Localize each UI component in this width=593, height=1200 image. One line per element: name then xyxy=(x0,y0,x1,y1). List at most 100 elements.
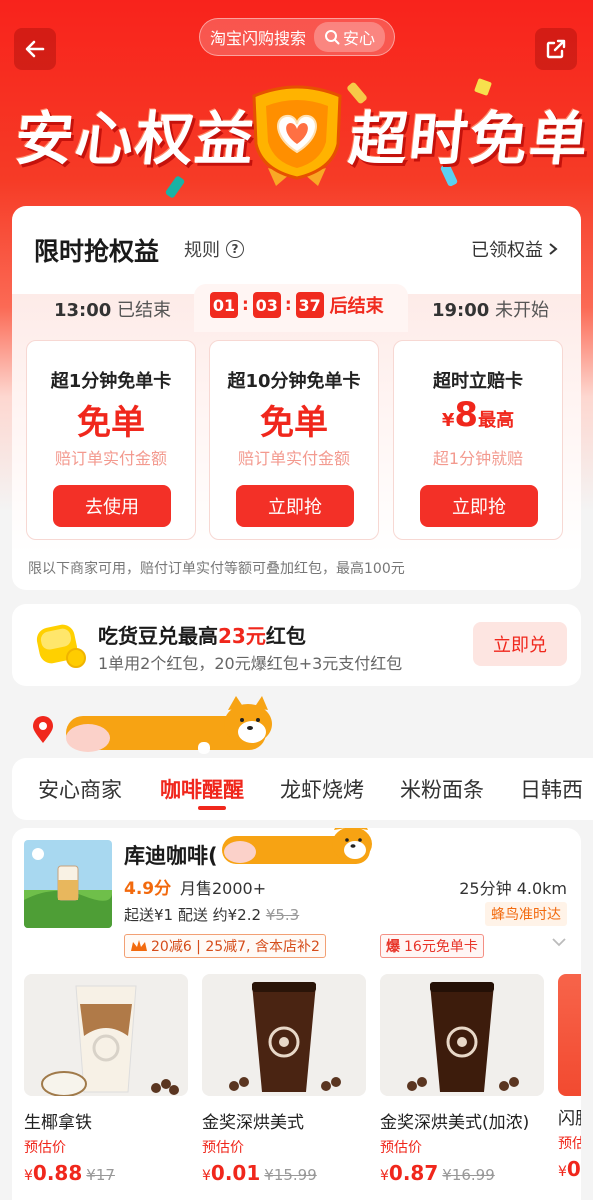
slot-time: 13:00 xyxy=(54,300,112,321)
benefit-desc: 超1分钟就赔 xyxy=(432,449,524,468)
benefit-name: 超10分钟免单卡 xyxy=(227,371,361,392)
tab-active-indicator xyxy=(198,806,226,810)
currency-symbol: ¥ xyxy=(441,410,455,431)
grab-button[interactable]: 立即抢 xyxy=(236,485,354,527)
category-tabs: 安心商家 咖啡醒醒 龙虾烧烤 米粉面条 日韩西 xyxy=(12,758,593,820)
tab-category[interactable]: 米粉面条 xyxy=(400,774,484,804)
product-price-label: 预估价 xyxy=(24,1140,66,1156)
time-slot-past[interactable]: 13:00 已结束 xyxy=(54,296,171,322)
product-price-label: 预估价 xyxy=(380,1140,422,1156)
rights-card-title: 限时抢权益 xyxy=(34,237,160,266)
product-price: ¥0.01 ¥15.99 xyxy=(202,1161,366,1185)
product-price: ¥0.87 ¥16.99 xyxy=(380,1161,544,1185)
product-card[interactable]: 闪肪 预估 ¥0 xyxy=(558,974,581,1181)
product-name: 金奖深烘美式 xyxy=(202,1113,304,1133)
back-button[interactable] xyxy=(14,28,56,70)
benefit-unit: 最高 xyxy=(478,410,515,431)
tab-category[interactable]: 日韩西 xyxy=(520,774,583,804)
price-original: ¥16.99 xyxy=(442,1166,495,1184)
product-card[interactable]: 生椰拿铁 预估价 ¥0.88 ¥17 xyxy=(24,974,188,1185)
delivery-fee-original: ¥5.3 xyxy=(265,906,300,924)
search-tag[interactable]: 安心 xyxy=(314,22,386,52)
grab-button[interactable]: 立即抢 xyxy=(420,485,538,527)
rules-label: 规则 xyxy=(184,240,220,261)
delivery-tag: 蜂鸟准时达 xyxy=(485,902,567,926)
share-button[interactable] xyxy=(535,28,577,70)
store-name[interactable]: 库迪咖啡( xyxy=(124,840,218,870)
delivery-fee: 配送 约¥2.2 xyxy=(177,906,262,924)
product-image xyxy=(558,974,581,1096)
free-order-promo: 爆 16元免单卡 xyxy=(380,934,484,958)
timer-seconds: 37 xyxy=(295,292,324,318)
tab-category[interactable]: 安心商家 xyxy=(38,774,122,804)
location-pin-icon[interactable] xyxy=(32,716,54,744)
timer-hours: 01 xyxy=(210,292,238,318)
product-price: ¥0.88 ¥17 xyxy=(24,1161,188,1185)
benefit-value: ¥8最高 xyxy=(394,395,562,435)
price-value: 0.01 xyxy=(210,1161,261,1185)
claimed-rights-link[interactable]: 已领权益 xyxy=(471,236,559,262)
dog-sticker-icon xyxy=(66,696,272,754)
timer-minutes: 03 xyxy=(252,292,281,318)
product-image xyxy=(24,974,188,1097)
bean-coin-icon xyxy=(36,624,86,668)
time-slot-future[interactable]: 19:00 未开始 xyxy=(432,296,549,322)
countdown-timer: 01 : 03 : 37 后结束 xyxy=(210,292,384,318)
claimed-rights-label: 已领权益 xyxy=(471,240,543,261)
product-name: 金奖深烘美式(加浓) xyxy=(380,1113,530,1133)
product-price-label: 预估 xyxy=(558,1136,581,1152)
chevron-down-icon[interactable] xyxy=(551,936,567,948)
bean-title-highlight: 23元 xyxy=(218,624,266,648)
benefit-value: 免单 xyxy=(77,403,145,443)
store-eta-distance: 25分钟 4.0km xyxy=(459,879,567,898)
bean-title-pre: 吃货豆兑最高 xyxy=(98,624,218,648)
search-icon xyxy=(325,30,340,45)
price-original: ¥15.99 xyxy=(264,1166,317,1184)
discount-promo-text: 20减6 | 25减7, 含本店补2 xyxy=(151,939,320,955)
benefit-name: 超1分钟免单卡 xyxy=(50,371,172,392)
rights-note: 限以下商家可用，赔付订单实付等额可叠加红包，最高100元 xyxy=(28,561,405,577)
hot-label: 爆 xyxy=(386,939,400,955)
external-link-icon xyxy=(546,39,566,59)
slot-status: 未开始 xyxy=(495,300,550,321)
product-image xyxy=(202,974,366,1096)
store-rating: 4.9分 xyxy=(124,879,172,899)
product-name: 闪肪 xyxy=(558,1109,581,1129)
benefit-card: 超时立赔卡 ¥8最高 超1分钟就赔 立即抢 xyxy=(393,340,563,540)
product-price-label: 预估价 xyxy=(202,1140,244,1156)
exchange-button[interactable]: 立即兑 xyxy=(473,622,567,666)
product-price: ¥0 xyxy=(558,1157,581,1181)
benefit-desc: 赔订单实付金额 xyxy=(54,449,167,468)
product-card[interactable]: 金奖深烘美式 预估价 ¥0.01 ¥15.99 xyxy=(202,974,366,1185)
benefit-card: 超1分钟免单卡 免单 赔订单实付金额 去使用 xyxy=(26,340,196,540)
bean-title-post: 红包 xyxy=(265,624,306,648)
benefit-name: 超时立赔卡 xyxy=(433,371,523,392)
price-value: 0 xyxy=(566,1157,581,1181)
chevron-right-icon xyxy=(549,243,558,255)
store-monthly-sales: 月售2000+ xyxy=(180,879,267,898)
rules-link[interactable]: 规则 ? xyxy=(184,236,244,262)
product-name: 生椰拿铁 xyxy=(24,1113,92,1133)
heart-shield-badge-icon xyxy=(252,85,342,186)
tab-category-active[interactable]: 咖啡醒醒 xyxy=(160,774,244,804)
product-card[interactable]: 金奖深烘美式(加浓) 预估价 ¥0.87 ¥16.99 xyxy=(380,974,544,1185)
price-value: 0.87 xyxy=(388,1161,439,1185)
store-card[interactable]: 库迪咖啡( 4.9分 月售2000+ 25分钟 4.0km 起送¥1 配送 约¥… xyxy=(12,828,581,1200)
store-fees: 起送¥1 配送 约¥2.2 ¥5.3 xyxy=(124,904,299,925)
price-value: 0.88 xyxy=(32,1161,83,1185)
tab-category[interactable]: 龙虾烧烤 xyxy=(280,774,364,804)
slot-time: 19:00 xyxy=(432,300,490,321)
price-original: ¥17 xyxy=(86,1166,115,1184)
timer-suffix: 后结束 xyxy=(329,296,384,317)
dog-sticker-icon xyxy=(222,828,372,864)
benefit-amount: 8 xyxy=(454,395,479,435)
currency-symbol: ¥ xyxy=(24,1168,33,1184)
search-bar[interactable]: 淘宝闪购搜索 安心 xyxy=(199,18,395,56)
product-image xyxy=(380,974,544,1096)
bean-card-subtitle: 1单用2个红包，20元爆红包+3元支付红包 xyxy=(98,654,403,673)
bean-card-title: 吃货豆兑最高23元红包 xyxy=(98,620,306,649)
currency-symbol: ¥ xyxy=(558,1164,567,1180)
use-button[interactable]: 去使用 xyxy=(53,485,171,527)
benefit-card: 超10分钟免单卡 免单 赔订单实付金额 立即抢 xyxy=(209,340,379,540)
currency-symbol: ¥ xyxy=(380,1168,389,1184)
